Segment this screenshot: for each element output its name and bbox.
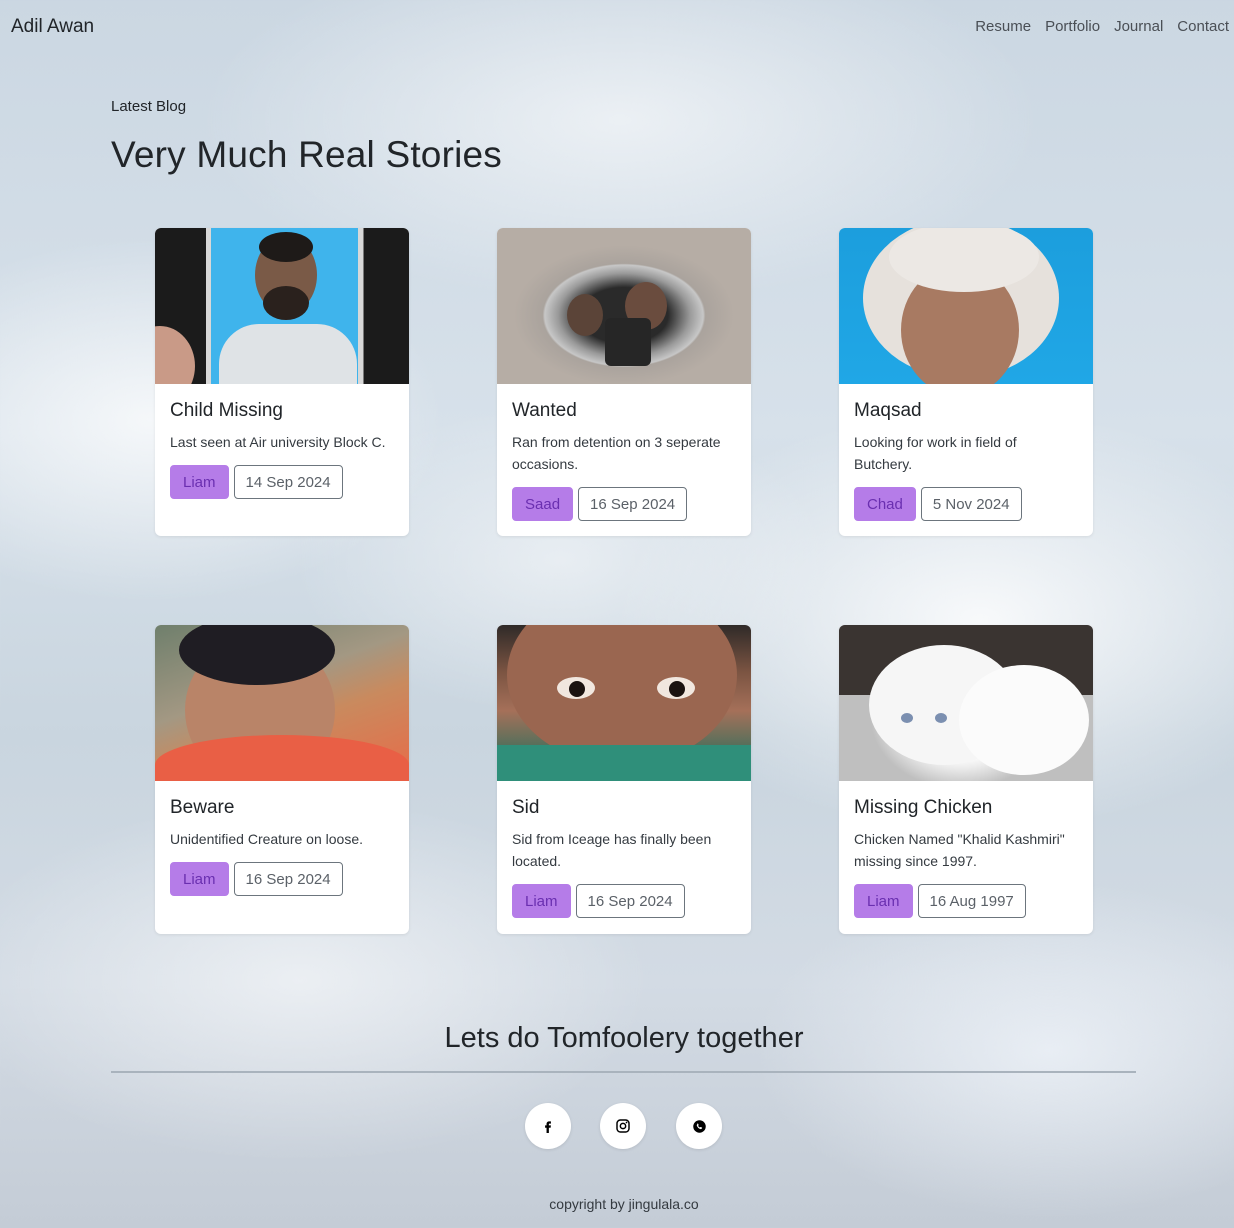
date-badge: 16 Aug 1997 [917,884,1026,918]
nav-links: Resume Portfolio Journal Contact [961,18,1229,35]
card-title[interactable]: Child Missing [170,400,394,422]
card-title[interactable]: Missing Chicken [854,797,1078,819]
blog-card[interactable]: Missing Chicken Chicken Named "Khalid Ka… [839,625,1093,934]
card-title[interactable]: Wanted [512,400,736,422]
card-text: Looking for work in field of Butchery. [854,434,1017,472]
card-text: Last seen at Air university Block C. [170,434,386,450]
card-image [839,228,1093,384]
copyright-text: copyright by jingulala.co [549,1196,699,1212]
nav-link-contact[interactable]: Contact [1177,18,1229,35]
author-badge[interactable]: Liam [170,862,229,896]
navbar: Adil Awan Resume Portfolio Journal Conta… [0,0,1234,54]
card-text: Ran from detention on 3 seperate occasio… [512,434,721,472]
date-badge: 16 Sep 2024 [575,884,685,918]
date-badge: 5 Nov 2024 [920,487,1022,521]
author-badge[interactable]: Liam [170,465,229,499]
brand-name[interactable]: Adil Awan [11,16,94,38]
blog-card[interactable]: Sid Sid from Iceage has finally been loc… [497,625,751,934]
card-tags: Liam 16 Aug 1997 [854,884,1078,918]
card-tags: Liam 16 Sep 2024 [512,884,736,918]
card-tags: Liam 14 Sep 2024 [170,465,394,499]
whatsapp-icon[interactable] [676,1103,722,1149]
author-badge[interactable]: Saad [512,487,574,521]
nav-link-resume[interactable]: Resume [975,18,1031,35]
nav-link-journal[interactable]: Journal [1114,18,1163,35]
card-title[interactable]: Sid [512,797,736,819]
card-text: Chicken Named "Khalid Kashmiri" missing … [854,831,1065,869]
card-image [497,625,751,781]
blog-card[interactable]: Maqsad Looking for work in field of Butc… [839,228,1093,536]
facebook-icon[interactable] [525,1103,571,1149]
author-badge[interactable]: Liam [512,884,571,918]
card-image [839,625,1093,781]
author-badge[interactable]: Liam [854,884,913,918]
card-tags: Liam 16 Sep 2024 [170,862,394,896]
card-tags: Chad 5 Nov 2024 [854,487,1078,521]
date-badge: 14 Sep 2024 [233,465,343,499]
blog-card[interactable]: Wanted Ran from detention on 3 seperate … [497,228,751,536]
card-text: Sid from Iceage has finally been located… [512,831,712,869]
card-image [155,625,409,781]
footer-title: Lets do Tomfoolery together [444,1022,804,1054]
card-title[interactable]: Maqsad [854,400,1078,422]
card-image [155,228,409,384]
date-badge: 16 Sep 2024 [233,862,343,896]
card-tags: Saad 16 Sep 2024 [512,487,736,521]
page-title: Very Much Real Stories [111,134,503,175]
card-image [497,228,751,384]
author-badge[interactable]: Chad [854,487,916,521]
blog-card[interactable]: Beware Unidentified Creature on loose. L… [155,625,409,934]
blog-card[interactable]: Child Missing Last seen at Air universit… [155,228,409,536]
footer-divider [111,1071,1136,1073]
nav-link-portfolio[interactable]: Portfolio [1045,18,1100,35]
section-eyebrow: Latest Blog [111,98,187,115]
card-text: Unidentified Creature on loose. [170,831,364,847]
instagram-icon[interactable] [600,1103,646,1149]
card-title[interactable]: Beware [170,797,394,819]
date-badge: 16 Sep 2024 [578,487,688,521]
